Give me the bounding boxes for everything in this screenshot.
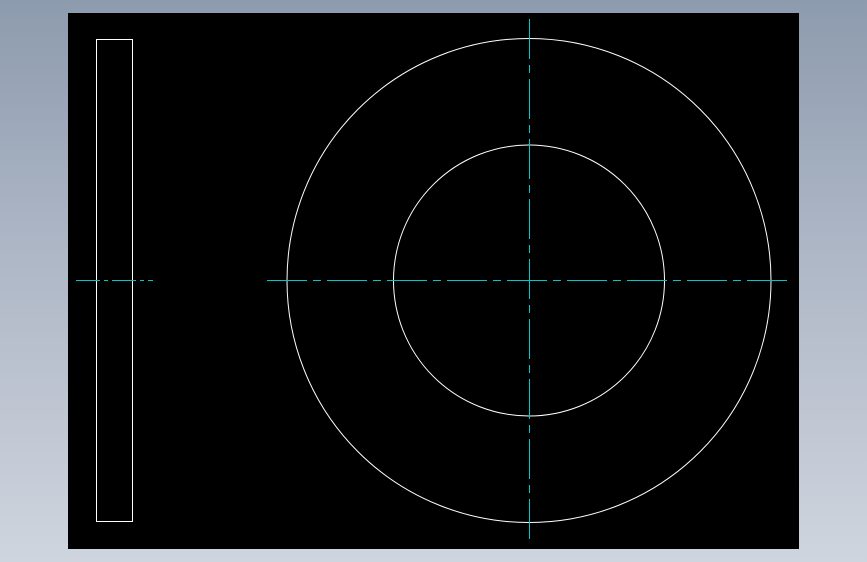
drawing-svg xyxy=(76,19,791,543)
cad-viewport xyxy=(0,0,867,562)
